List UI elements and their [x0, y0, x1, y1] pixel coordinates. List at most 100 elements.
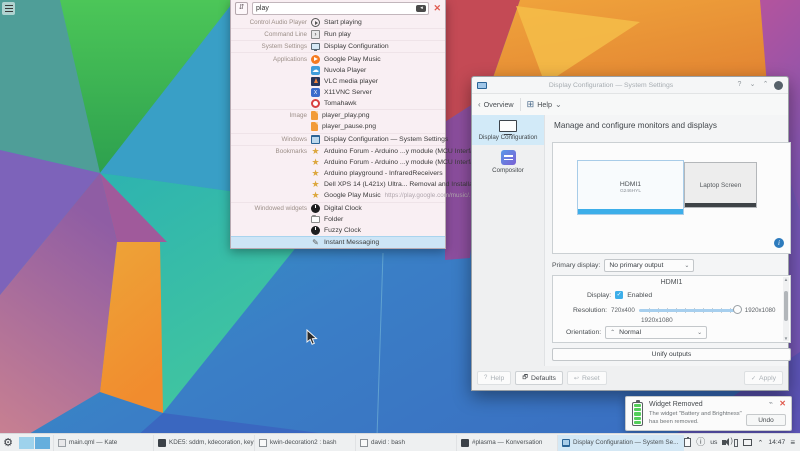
titlebar-help-button[interactable]: ?	[735, 80, 744, 90]
krunner-options-button[interactable]: ⇵	[235, 2, 248, 15]
window-icon	[311, 135, 320, 144]
display-tray-icon[interactable]	[743, 439, 752, 446]
reset-icon: ↩	[574, 375, 579, 382]
volume-icon[interactable]	[722, 440, 726, 445]
sidebar-item-display-configuration[interactable]: Display Configuration	[472, 115, 544, 145]
krunner-close-button[interactable]: ✕	[433, 4, 441, 13]
result-label: Fuzzy Clock	[324, 227, 361, 234]
clipboard-icon[interactable]	[684, 438, 691, 447]
task-bash-2[interactable]: david : bash	[355, 435, 456, 451]
battery-tray-icon[interactable]	[734, 439, 738, 447]
keyboard-layout-indicator[interactable]: us	[710, 439, 717, 446]
krunner-search-input[interactable]: play ◂	[252, 2, 429, 15]
minimize-button[interactable]: ⌄	[748, 80, 757, 90]
monitor-laptop-screen[interactable]: Laptop Screen	[684, 162, 757, 208]
scroll-down-icon[interactable]: ▼	[783, 336, 789, 341]
konversation-icon	[461, 439, 469, 447]
reset-button[interactable]: ↩ Reset	[567, 371, 607, 385]
clock[interactable]: 14:47	[768, 439, 785, 446]
page-heading: Manage and configure monitors and displa…	[554, 121, 717, 130]
task-label: Display Configuration — System Se...	[573, 439, 678, 446]
scrollbar-thumb[interactable]	[784, 291, 788, 321]
result-row[interactable]: WindowsDisplay Configuration — System Se…	[231, 133, 445, 145]
fuzzy-clock-icon	[311, 226, 320, 235]
resolution-min: 720x400	[611, 307, 635, 314]
defaults-button-label: Defaults	[531, 375, 556, 382]
result-label: Arduino playground - InfraredReceivers	[324, 170, 443, 177]
result-row[interactable]: ★Google Play Musichttps://play.google.co…	[231, 190, 445, 201]
panel-scrollbar[interactable]: ▲ ▼	[783, 277, 789, 341]
help-menu-button[interactable]: ⊞ Help ⌄	[527, 100, 562, 109]
result-row[interactable]: Folder	[231, 214, 445, 225]
result-label: Arduino Forum - Arduino ...y module (MCU…	[324, 148, 483, 155]
result-label: Display Configuration	[324, 43, 389, 50]
media-playback-start-icon	[311, 18, 320, 27]
resolution-slider[interactable]	[639, 305, 741, 315]
task-label: kwin-decoration2 : bash	[270, 439, 337, 446]
close-button[interactable]	[774, 81, 783, 90]
settings-sidebar: Display Configuration Compositor	[472, 115, 545, 390]
monitor-hdmi1[interactable]: HDMI1 G246HYL	[577, 160, 684, 215]
category-label: Image	[233, 112, 307, 119]
app-launcher-button[interactable]: ⚙	[0, 435, 16, 451]
result-row[interactable]: ★Arduino playground - InfraredReceivers	[231, 168, 445, 179]
tray-expander-icon[interactable]: ⌃	[757, 439, 763, 447]
slider-thumb[interactable]	[733, 305, 742, 314]
help-button[interactable]: ? Help	[477, 371, 511, 385]
google-play-music-icon	[311, 55, 320, 64]
task-display-configuration[interactable]: Display Configuration — System Se...	[557, 435, 684, 451]
window-titlebar[interactable]: Display Configuration — System Settings …	[472, 77, 788, 94]
scroll-up-icon[interactable]: ▲	[783, 277, 789, 282]
result-row[interactable]: ☁Nuvola Player	[231, 65, 445, 76]
result-row-selected[interactable]: ✎Instant Messaging	[231, 236, 445, 248]
primary-display-dropdown[interactable]: No primary output ⌄	[604, 259, 694, 272]
result-row[interactable]: VLC media player	[231, 76, 445, 87]
result-row[interactable]: ApplicationsGoogle Play Music	[231, 52, 445, 64]
overview-button[interactable]: ‹ Overview	[478, 100, 514, 109]
sidebar-item-compositor[interactable]: Compositor	[472, 145, 544, 178]
task-label: main.qml — Kate	[69, 439, 117, 446]
unify-outputs-button[interactable]: Unify outputs	[552, 348, 791, 361]
enabled-checkbox[interactable]: ✓	[615, 291, 623, 299]
result-row[interactable]: Bookmarks★Arduino Forum - Arduino ...y m…	[231, 145, 445, 157]
category-label: Bookmarks	[233, 148, 307, 155]
info-icon[interactable]: i	[774, 238, 784, 248]
search-query-text: play	[256, 5, 269, 12]
task-kate[interactable]: main.qml — Kate	[53, 435, 153, 451]
task-konversation-channel[interactable]: KDE5: sddm, kdecoration, keygu...	[153, 435, 254, 451]
defaults-button[interactable]: 🗗 Defaults	[515, 371, 563, 385]
result-row[interactable]: ★Dell XPS 14 (L421x) Ultra... Removal an…	[231, 179, 445, 190]
orientation-dropdown[interactable]: ⌃ Normal ⌄	[605, 326, 707, 339]
resolution-current: 1920x1080	[641, 317, 673, 324]
result-row[interactable]: Windowed widgetsDigital Clock	[231, 202, 445, 214]
desktop-toolbox-button[interactable]	[2, 2, 15, 15]
pager-desktop-1[interactable]	[19, 437, 34, 449]
result-row[interactable]: Control Audio PlayerStart playing	[231, 17, 445, 28]
maximize-button[interactable]: ⌃	[761, 80, 770, 90]
result-row[interactable]: Command Line›Run play	[231, 28, 445, 40]
pager-desktop-2[interactable]	[35, 437, 50, 449]
undo-button[interactable]: Undo	[746, 414, 786, 426]
clear-input-icon[interactable]: ◂	[416, 5, 426, 12]
result-row[interactable]: Fuzzy Clock	[231, 225, 445, 236]
monitor-name: HDMI1	[620, 181, 641, 188]
result-label: Instant Messaging	[324, 239, 379, 246]
output-settings-panel: HDMI1 Display: ✓ Enabled Resolution: 720…	[552, 275, 791, 343]
info-tray-icon[interactable]: ⓘ	[696, 438, 705, 447]
output-name: HDMI1	[553, 279, 790, 286]
result-row[interactable]: Imageplayer_play.png	[231, 109, 445, 121]
notification-close-icon[interactable]: ✕	[779, 400, 786, 408]
result-row[interactable]: player_pause.png	[231, 121, 445, 132]
result-row[interactable]: Tomahawk	[231, 98, 445, 109]
task-konversation[interactable]: #plasma — Konversation	[456, 435, 557, 451]
krunner-results-list: Control Audio PlayerStart playing Comman…	[231, 17, 445, 248]
panel-menu-icon[interactable]: ≡	[790, 438, 795, 447]
virtual-desktop-pager[interactable]	[19, 437, 50, 449]
result-row[interactable]: ★Arduino Forum - Arduino ...y module (MC…	[231, 157, 445, 168]
result-row[interactable]: XX11VNC Server	[231, 87, 445, 98]
result-row[interactable]: System SettingsDisplay Configuration	[231, 40, 445, 52]
result-label: Nuvola Player	[324, 67, 366, 74]
notification-settings-icon[interactable]: ⌁	[769, 400, 773, 407]
apply-button[interactable]: ✓ Apply	[744, 371, 783, 385]
task-bash-1[interactable]: kwin-decoration2 : bash	[254, 435, 355, 451]
